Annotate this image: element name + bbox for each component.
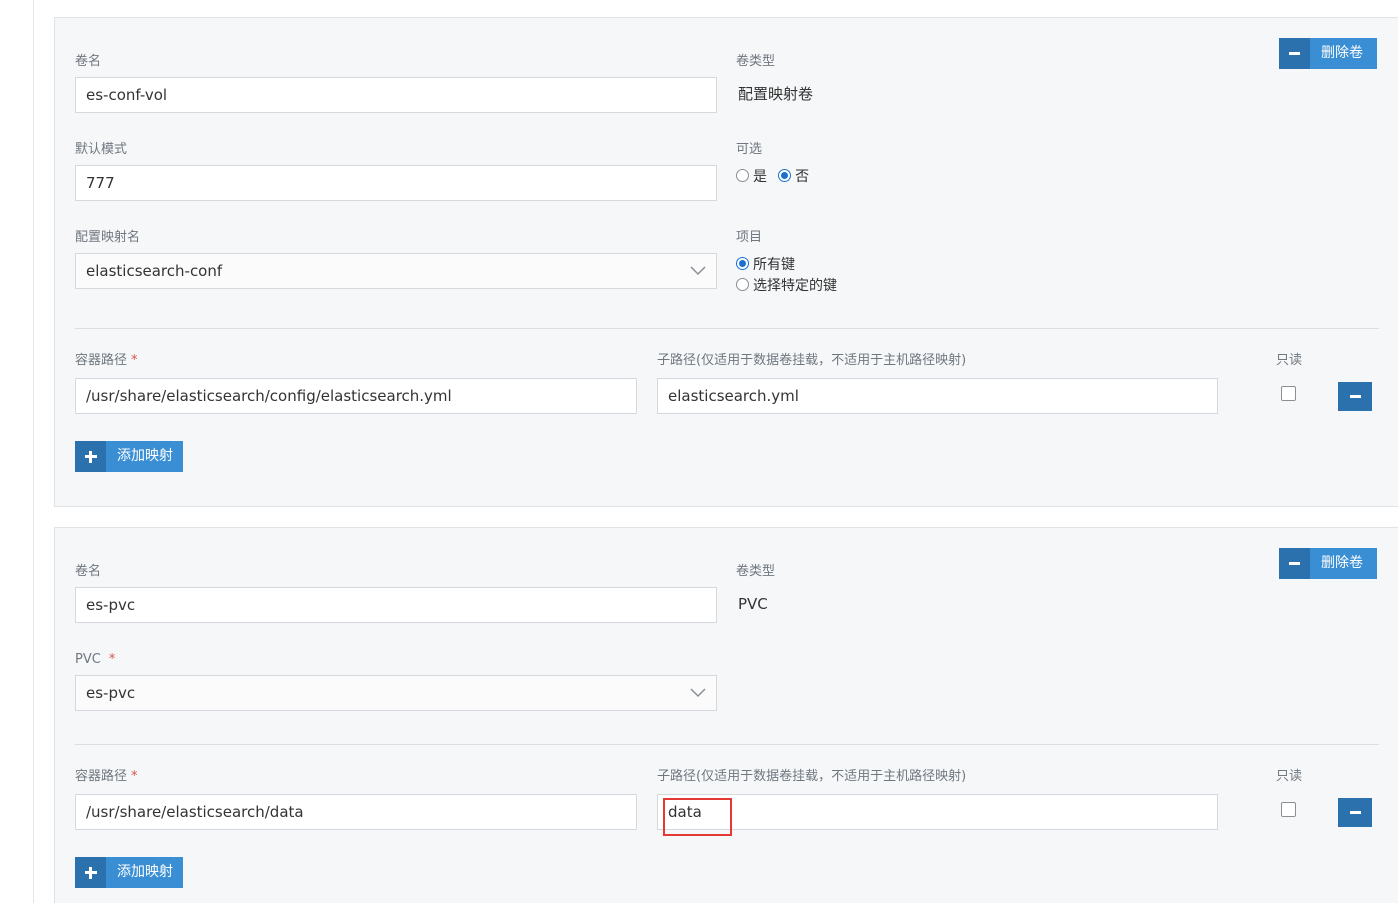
minus-icon	[1349, 395, 1361, 398]
minus-icon	[1349, 811, 1361, 814]
optional-no-radio[interactable]	[778, 169, 792, 182]
annotation-highlight-box	[663, 798, 732, 836]
container-path-label: 容器路径 *	[75, 769, 138, 785]
default-mode-label: 默认模式	[75, 142, 128, 157]
volume-name-label: 卷名	[75, 54, 102, 69]
pvc-select[interactable]: es-pvc	[75, 675, 717, 711]
items-specific-keys-radio[interactable]	[736, 278, 749, 291]
optional-yes-label: 是	[753, 169, 767, 185]
configmap-name-value: elasticsearch-conf	[86, 262, 223, 280]
plus-icon	[75, 857, 106, 888]
required-marker: *	[131, 353, 138, 368]
volume-panel-configmap: 删除卷 卷名 es-conf-vol 卷类型 配置映射卷 默认模式 777 可选…	[54, 17, 1398, 507]
add-mapping-label: 添加映射	[117, 864, 173, 880]
pvc-select-value: es-pvc	[86, 684, 136, 702]
minus-icon	[1279, 548, 1310, 579]
readonly-label: 只读	[1276, 769, 1303, 784]
optional-label: 可选	[736, 142, 763, 157]
add-mapping-button[interactable]: 添加映射	[75, 441, 183, 472]
items-all-keys-option: 所有键	[736, 254, 795, 274]
remove-mapping-button[interactable]	[1338, 382, 1372, 411]
default-mode-input[interactable]: 777	[75, 165, 717, 201]
section-divider	[75, 328, 1379, 329]
container-path-label-text: 容器路径	[75, 353, 128, 368]
configmap-name-select[interactable]: elasticsearch-conf	[75, 253, 717, 289]
container-path-input[interactable]: /usr/share/elasticsearch/config/elastics…	[75, 378, 637, 414]
items-all-keys-label: 所有键	[753, 257, 795, 273]
volume-type-value: 配置映射卷	[738, 85, 814, 103]
add-mapping-label: 添加映射	[117, 448, 173, 464]
readonly-checkbox[interactable]	[1281, 386, 1296, 401]
volume-type-label: 卷类型	[736, 564, 776, 579]
items-label: 项目	[736, 230, 763, 245]
items-specific-keys-option: 选择特定的键	[736, 275, 837, 295]
container-path-label: 容器路径 *	[75, 353, 138, 369]
delete-volume-label: 删除卷	[1321, 45, 1363, 61]
subpath-label: 子路径(仅适用于数据卷挂载，不适用于主机路径映射)	[657, 353, 967, 368]
container-path-input[interactable]: /usr/share/elasticsearch/data	[75, 794, 637, 830]
optional-no-label: 否	[795, 169, 810, 185]
minus-icon	[1279, 38, 1310, 69]
volume-type-value: PVC	[738, 595, 768, 613]
volume-name-input[interactable]: es-conf-vol	[75, 77, 717, 113]
chevron-down-icon	[690, 266, 706, 276]
pvc-label-text: PVC	[75, 652, 101, 667]
optional-yes-radio[interactable]	[736, 169, 749, 182]
subpath-input[interactable]: elasticsearch.yml	[657, 378, 1218, 414]
section-divider	[75, 744, 1379, 745]
pvc-label: PVC *	[75, 652, 115, 668]
required-marker: *	[108, 652, 116, 667]
optional-radio-group: 是 否	[736, 166, 809, 186]
volume-name-label: 卷名	[75, 564, 102, 579]
items-all-keys-radio[interactable]	[736, 257, 749, 270]
volume-type-label: 卷类型	[736, 54, 776, 69]
remove-mapping-button[interactable]	[1338, 798, 1372, 827]
add-mapping-button[interactable]: 添加映射	[75, 857, 183, 888]
subpath-input[interactable]: data	[657, 794, 1218, 830]
configmap-name-label: 配置映射名	[75, 230, 141, 245]
delete-volume-button[interactable]: 删除卷	[1279, 38, 1377, 69]
volume-name-input[interactable]: es-pvc	[75, 587, 717, 623]
required-marker: *	[131, 769, 138, 784]
subpath-label: 子路径(仅适用于数据卷挂载，不适用于主机路径映射)	[657, 769, 967, 784]
left-border-rule	[33, 0, 34, 903]
delete-volume-button[interactable]: 删除卷	[1279, 548, 1377, 579]
readonly-checkbox[interactable]	[1281, 802, 1296, 817]
plus-icon	[75, 441, 106, 472]
container-path-label-text: 容器路径	[75, 769, 128, 784]
chevron-down-icon	[690, 688, 706, 698]
items-specific-keys-label: 选择特定的键	[753, 278, 837, 294]
readonly-label: 只读	[1276, 353, 1303, 368]
volume-panel-pvc: 删除卷 卷名 es-pvc 卷类型 PVC PVC * es-pvc 容器路径 * …	[54, 527, 1398, 903]
delete-volume-label: 删除卷	[1321, 555, 1363, 571]
